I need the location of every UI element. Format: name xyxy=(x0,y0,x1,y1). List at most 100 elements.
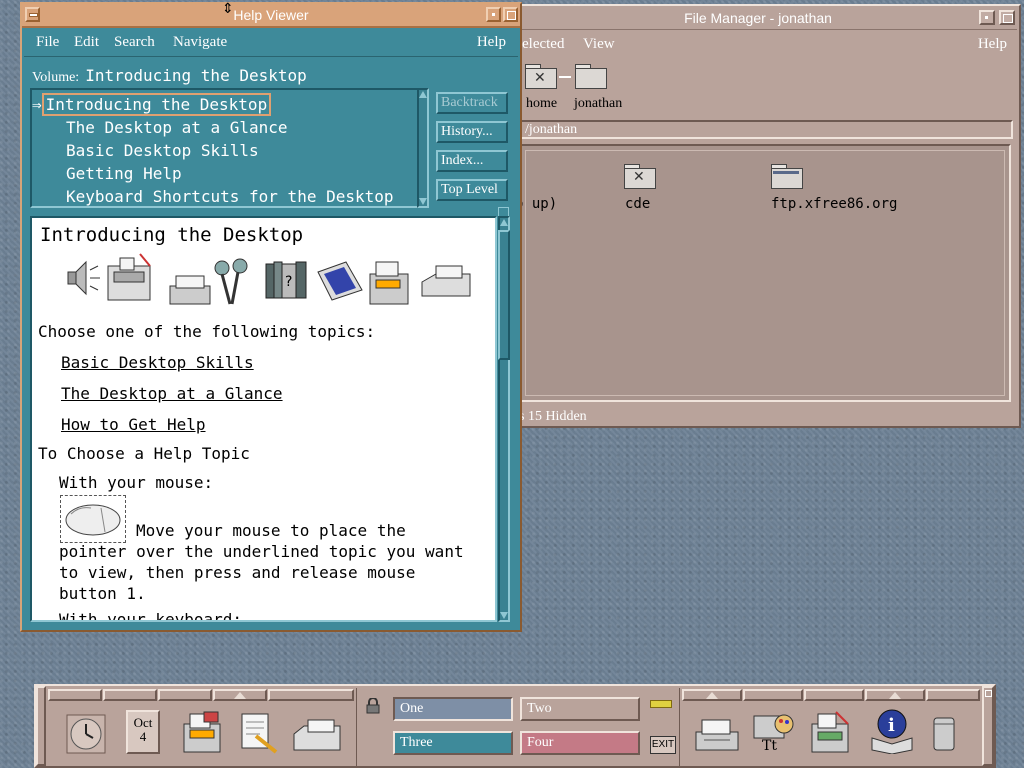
menu-file[interactable]: File xyxy=(36,34,59,51)
volume-value: Introducing the Desktop xyxy=(85,66,307,85)
help-books-icon: ? xyxy=(265,261,307,299)
scroll-thumb[interactable] xyxy=(498,230,510,360)
file-cabinet-icon xyxy=(107,253,151,301)
path-icon-bar: ✕ home jonathan xyxy=(499,60,1017,120)
subpanel-tab-1[interactable] xyxy=(48,689,102,701)
path-connector xyxy=(559,76,571,78)
topic-scrollbar[interactable] xyxy=(417,88,429,208)
current-path-text: /jonathan xyxy=(525,122,578,137)
mouse-pointer-icon: ⇕ xyxy=(222,1,234,17)
menu-navigate[interactable]: Navigate xyxy=(173,34,227,51)
workspace-four-button[interactable]: Four xyxy=(520,731,640,755)
topic-tree[interactable]: ⇒ Introducing the Desktop The Desktop at … xyxy=(30,88,429,208)
scroll-up-arrow-icon[interactable] xyxy=(500,219,508,226)
file-manager-titlebar[interactable]: File Manager - jonathan xyxy=(499,8,1017,30)
maximize-button[interactable] xyxy=(999,10,1015,25)
panel-move-handle-right[interactable] xyxy=(982,686,994,766)
menu-edit[interactable]: Edit xyxy=(74,34,99,51)
file-icon-pane[interactable]: o up) ✕ cde ftp.xfree86.org xyxy=(515,144,1011,402)
content-scrollbar[interactable] xyxy=(498,216,510,622)
current-topic-arrow-icon: ⇒ xyxy=(32,95,42,114)
link-how-to-get-help[interactable]: How to Get Help xyxy=(61,415,206,434)
index-button[interactable]: Index... xyxy=(436,150,508,172)
file-manager-menubar: elected View Help xyxy=(499,32,1017,58)
subpanel-tab-6[interactable] xyxy=(682,689,742,701)
display-icon xyxy=(317,261,363,301)
svg-text:Tt: Tt xyxy=(762,738,777,754)
menu-search[interactable]: Search xyxy=(114,34,155,51)
panel-move-handle-left[interactable] xyxy=(36,686,46,766)
calendar-day: 4 xyxy=(139,729,147,744)
file-manager-title: File Manager - jonathan xyxy=(684,10,832,26)
topic-item-basic-skills[interactable]: Basic Desktop Skills xyxy=(66,140,259,162)
mailer-launcher-icon[interactable] xyxy=(292,716,342,754)
scroll-down-arrow-icon[interactable] xyxy=(419,198,427,205)
subpanel-tab-3[interactable] xyxy=(158,689,212,701)
topic-item-keyboard-shortcuts[interactable]: Keyboard Shortcuts for the Desktop xyxy=(66,186,394,206)
minimize-button[interactable] xyxy=(979,10,995,25)
workspace-one-button[interactable]: One xyxy=(393,697,513,721)
cde-folder-icon[interactable]: ✕ xyxy=(624,164,656,190)
scroll-down-arrow-icon[interactable] xyxy=(500,612,508,619)
item-cde-label[interactable]: cde xyxy=(625,196,650,212)
trash-can-icon[interactable] xyxy=(930,716,958,752)
help-manager-icon[interactable]: i xyxy=(868,708,916,755)
ftp-folder-icon[interactable] xyxy=(771,164,803,190)
file-manager-window: File Manager - jonathan elected View Hel… xyxy=(495,4,1021,428)
link-basic-desktop-skills[interactable]: Basic Desktop Skills xyxy=(61,353,254,372)
file-manager-launcher-icon[interactable] xyxy=(180,710,224,754)
body-line-cutoff: With your keyboard: xyxy=(59,610,243,622)
menu-help[interactable]: Help xyxy=(978,36,1007,53)
help-viewer-titlebar[interactable]: Help Viewer xyxy=(22,4,520,28)
menu-selected[interactable]: elected xyxy=(522,36,564,53)
help-content-pane: Introducing the Desktop ? Choose one of … xyxy=(30,216,497,622)
calendar-month: Oct xyxy=(133,715,153,730)
topic-item-introducing[interactable]: ⇒ Introducing the Desktop xyxy=(32,93,272,116)
body-line-2: pointer over the underlined topic you wa… xyxy=(59,542,464,561)
subpanel-tab-4[interactable] xyxy=(213,689,267,701)
maximize-button[interactable] xyxy=(503,7,518,22)
subpanel-tab-8[interactable] xyxy=(804,689,864,701)
topic-item-glance[interactable]: The Desktop at a Glance xyxy=(66,117,288,139)
subpanel-tab-7[interactable] xyxy=(743,689,803,701)
topic-item-getting-help[interactable]: Getting Help xyxy=(66,163,182,185)
subpanel-tab-5[interactable] xyxy=(268,689,354,701)
mouse-icon xyxy=(60,495,126,543)
current-path-field[interactable]: /jonathan xyxy=(519,120,1013,139)
style-manager-icon[interactable]: Tt xyxy=(748,710,798,754)
backtrack-button[interactable]: Backtrack xyxy=(436,92,508,114)
history-button[interactable]: History... xyxy=(436,121,508,143)
menu-help[interactable]: Help xyxy=(477,34,506,51)
menu-view[interactable]: View xyxy=(583,36,615,53)
printer-icon xyxy=(169,275,211,305)
path-label-home[interactable]: home xyxy=(526,96,557,112)
clock-icon[interactable] xyxy=(66,714,106,754)
home-folder-icon[interactable]: ✕ xyxy=(525,62,557,90)
item-ftp-label[interactable]: ftp.xfree86.org xyxy=(771,196,897,212)
lock-icon[interactable] xyxy=(366,697,380,714)
text-editor-launcher-icon[interactable] xyxy=(236,710,280,754)
with-mouse-label: With your mouse: xyxy=(59,473,214,492)
link-desktop-at-a-glance[interactable]: The Desktop at a Glance xyxy=(61,384,283,403)
help-viewer-menubar: File Edit Search Navigate Help xyxy=(24,30,518,57)
subpanel-tab-2[interactable] xyxy=(103,689,157,701)
window-menu-button[interactable] xyxy=(25,7,40,22)
path-label-jonathan[interactable]: jonathan xyxy=(574,96,622,112)
exit-button[interactable]: EXIT xyxy=(650,736,676,754)
top-level-button[interactable]: Top Level xyxy=(436,179,508,201)
scroll-up-arrow-icon[interactable] xyxy=(419,91,427,98)
subpanel-tab-10[interactable] xyxy=(926,689,980,701)
workspace-three-button[interactable]: Three xyxy=(393,731,513,755)
status-text: s 15 Hidden xyxy=(519,409,587,424)
application-manager-icon[interactable] xyxy=(808,710,854,754)
workspace-two-button[interactable]: Two xyxy=(520,697,640,721)
jonathan-folder-icon[interactable] xyxy=(575,62,607,90)
file-drawer-icon xyxy=(369,261,409,305)
mail-tray-icon xyxy=(421,265,471,297)
minimize-button[interactable] xyxy=(486,7,501,22)
calendar-icon[interactable]: Oct 4 xyxy=(126,710,160,754)
volume-line: Volume: Introducing the Desktop xyxy=(32,66,307,86)
subpanel-tab-9[interactable] xyxy=(865,689,925,701)
keys-icon xyxy=(214,258,248,305)
printer-launcher-icon[interactable] xyxy=(694,716,740,752)
